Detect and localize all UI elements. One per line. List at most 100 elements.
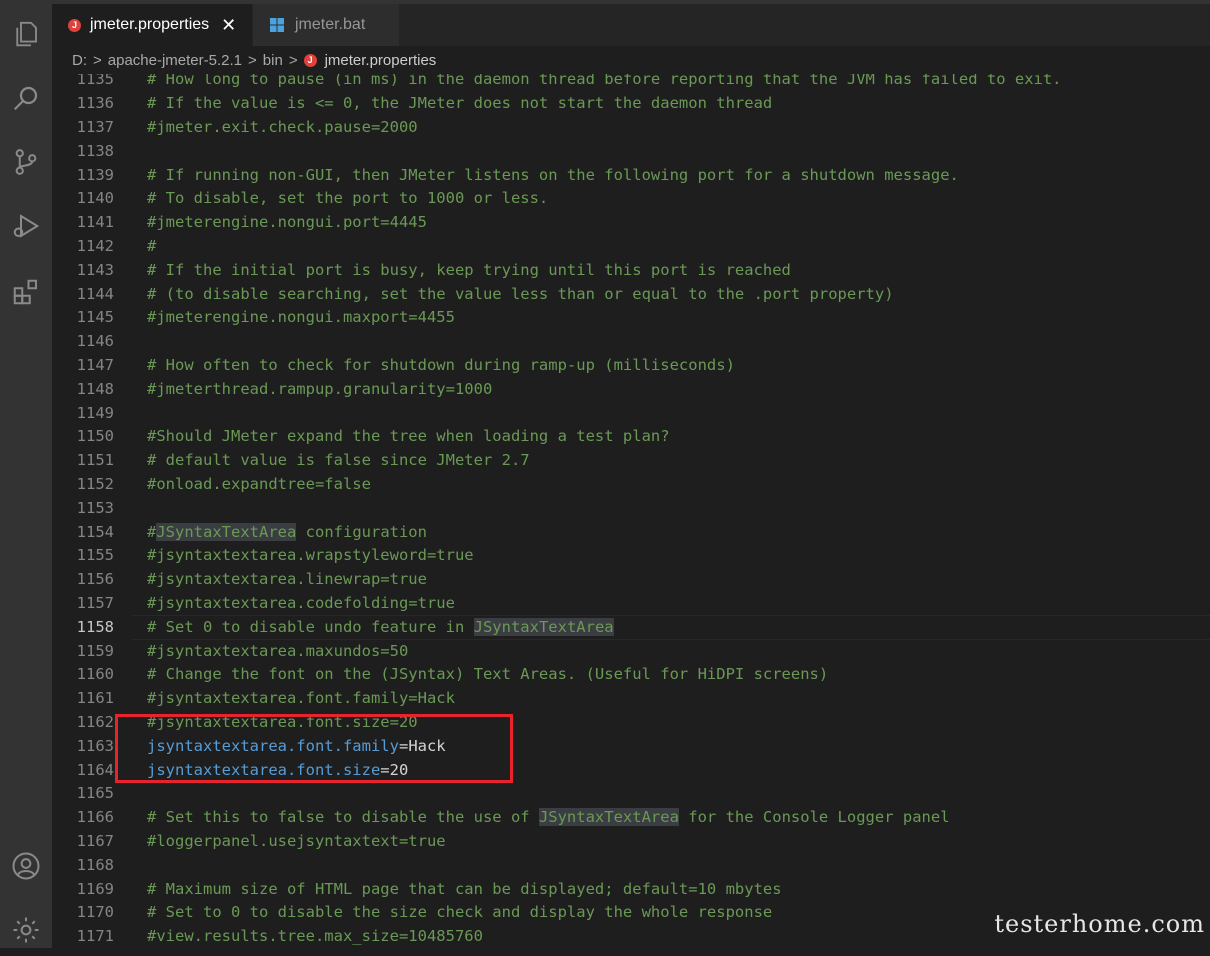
code-text: #onload.expandtree=false bbox=[147, 474, 371, 493]
code-line[interactable]: 1161 #jsyntaxtextarea.font.family=Hack bbox=[52, 686, 1210, 710]
line-number: 1169 bbox=[76, 879, 114, 898]
code-line[interactable]: 1157 #jsyntaxtextarea.codefolding=true bbox=[52, 591, 1210, 615]
line-number: 1143 bbox=[76, 260, 114, 279]
settings-icon[interactable] bbox=[0, 904, 52, 956]
code-line[interactable]: 1145 #jmeterengine.nongui.maxport=4455 bbox=[52, 306, 1210, 330]
code-text: # Change the font on the (JSyntax) Text … bbox=[147, 665, 829, 684]
code-line[interactable]: 1166 # Set this to false to disable the u… bbox=[52, 805, 1210, 829]
code-line[interactable]: 1152 #onload.expandtree=false bbox=[52, 472, 1210, 496]
tab-label: jmeter.bat bbox=[295, 16, 366, 33]
code-line[interactable]: 1140 # To disable, set the port to 1000 o… bbox=[52, 187, 1210, 211]
line-number: 1170 bbox=[76, 903, 114, 922]
code-line[interactable]: 1146 bbox=[52, 329, 1210, 353]
code-text: #jmeterengine.nongui.port=4445 bbox=[147, 213, 427, 232]
line-number: 1139 bbox=[76, 165, 114, 184]
code-line[interactable]: 1167 #loggerpanel.usejsyntaxtext=true bbox=[52, 829, 1210, 853]
code-line[interactable]: 1138 bbox=[52, 139, 1210, 163]
code-text: # Set 0 to disable undo feature in JSynt… bbox=[147, 617, 614, 636]
code-line[interactable]: 1159 #jsyntaxtextarea.maxundos=50 bbox=[52, 639, 1210, 663]
line-number: 1166 bbox=[76, 808, 114, 827]
debug-icon[interactable] bbox=[0, 200, 52, 252]
line-number: 1154 bbox=[76, 522, 114, 541]
line-number: 1165 bbox=[76, 784, 114, 803]
source-control-icon[interactable] bbox=[0, 136, 52, 188]
files-icon[interactable] bbox=[0, 8, 52, 60]
code-line[interactable]: 1149 bbox=[52, 401, 1210, 425]
code-line[interactable]: 1135 # How long to pause (in ms) in the d… bbox=[52, 74, 1210, 91]
code-text: #jsyntaxtextarea.font.family=Hack bbox=[147, 689, 455, 708]
code-line[interactable]: 1153 bbox=[52, 496, 1210, 520]
jmeter-file-icon: J bbox=[68, 18, 81, 32]
code-line[interactable]: 1148 #jmeterthread.rampup.granularity=100… bbox=[52, 377, 1210, 401]
chevron-right-icon: > bbox=[288, 51, 298, 69]
line-number: 1168 bbox=[76, 855, 114, 874]
line-number: 1144 bbox=[76, 284, 114, 303]
close-icon[interactable]: ✕ bbox=[221, 15, 236, 36]
code-text: #Should JMeter expand the tree when load… bbox=[147, 427, 670, 446]
code-editor[interactable]: 1135 # How long to pause (in ms) in the d… bbox=[52, 74, 1210, 948]
code-text: #jsyntaxtextarea.wrapstyleword=true bbox=[147, 546, 474, 565]
tab-jmeter-bat[interactable]: jmeter.bat bbox=[253, 4, 399, 46]
line-number: 1163 bbox=[76, 736, 114, 755]
breadcrumb-drive[interactable]: D: bbox=[72, 52, 87, 69]
tab-jmeter-properties[interactable]: J jmeter.properties ✕ bbox=[52, 4, 252, 46]
line-number: 1150 bbox=[76, 427, 114, 446]
windows-file-icon bbox=[269, 17, 285, 33]
highlight-box bbox=[115, 714, 513, 783]
code-line[interactable]: 1155 #jsyntaxtextarea.wrapstyleword=true bbox=[52, 544, 1210, 568]
code-line[interactable]: 1151 # default value is false since JMete… bbox=[52, 448, 1210, 472]
line-number: 1142 bbox=[76, 236, 114, 255]
extensions-icon[interactable] bbox=[0, 266, 52, 318]
code-line[interactable]: 1141 #jmeterengine.nongui.port=4445 bbox=[52, 210, 1210, 234]
code-text: #jmeter.exit.check.pause=2000 bbox=[147, 117, 418, 136]
line-number: 1149 bbox=[76, 403, 114, 422]
code-line[interactable]: 1137 #jmeter.exit.check.pause=2000 bbox=[52, 115, 1210, 139]
line-number: 1159 bbox=[76, 641, 114, 660]
word-highlight: JSyntaxTextArea bbox=[538, 808, 679, 827]
code-text: # Maximum size of HTML page that can be … bbox=[147, 879, 782, 898]
code-line[interactable]: 1142 # bbox=[52, 234, 1210, 258]
code-text: #jsyntaxtextarea.codefolding=true bbox=[147, 593, 455, 612]
line-number: 1141 bbox=[76, 213, 114, 232]
code-line[interactable]: 1158 # Set 0 to disable undo feature in J… bbox=[52, 614, 1210, 640]
code-text: #loggerpanel.usejsyntaxtext=true bbox=[147, 831, 446, 850]
jmeter-file-icon: J bbox=[303, 53, 317, 67]
line-number: 1164 bbox=[76, 760, 114, 779]
line-number: 1157 bbox=[76, 593, 114, 612]
code-text: # How long to pause (in ms) in the daemo… bbox=[147, 74, 1062, 89]
code-line[interactable]: 1156 #jsyntaxtextarea.linewrap=true bbox=[52, 567, 1210, 591]
code-text: # How often to check for shutdown during… bbox=[147, 355, 735, 374]
code-line[interactable]: 1169 # Maximum size of HTML page that can… bbox=[52, 877, 1210, 901]
line-number: 1162 bbox=[76, 712, 114, 731]
line-number: 1156 bbox=[76, 570, 114, 589]
breadcrumb-folder[interactable]: apache-jmeter-5.2.1 bbox=[108, 52, 242, 69]
watermark: testerhome.com bbox=[994, 910, 1205, 938]
search-icon[interactable] bbox=[0, 72, 52, 124]
code-line[interactable]: 1160 # Change the font on the (JSyntax) T… bbox=[52, 663, 1210, 687]
line-number: 1137 bbox=[76, 117, 114, 136]
code-line[interactable]: 1154 #JSyntaxTextArea configuration bbox=[52, 520, 1210, 544]
breadcrumb-subfolder[interactable]: bin bbox=[263, 52, 283, 69]
line-number: 1151 bbox=[76, 451, 114, 470]
activity-bar bbox=[0, 0, 52, 948]
code-line[interactable]: 1136 # If the value is <= 0, the JMeter d… bbox=[52, 91, 1210, 115]
code-line[interactable]: 1143 # If the initial port is busy, keep … bbox=[52, 258, 1210, 282]
account-icon[interactable] bbox=[0, 840, 52, 892]
line-number: 1145 bbox=[76, 308, 114, 327]
breadcrumb-file[interactable]: jmeter.properties bbox=[325, 52, 437, 69]
line-number: 1146 bbox=[76, 332, 114, 351]
code-line[interactable]: 1147 # How often to check for shutdown du… bbox=[52, 353, 1210, 377]
code-text: #jmeterthread.rampup.granularity=1000 bbox=[147, 379, 493, 398]
line-number: 1152 bbox=[76, 474, 114, 493]
editor-tabs: J jmeter.properties ✕ jmeter.bat bbox=[52, 4, 1210, 46]
code-line[interactable]: 1168 bbox=[52, 853, 1210, 877]
code-line[interactable]: 1150 #Should JMeter expand the tree when … bbox=[52, 425, 1210, 449]
line-number: 1155 bbox=[76, 546, 114, 565]
code-line[interactable]: 1139 # If running non-GUI, then JMeter li… bbox=[52, 163, 1210, 187]
code-text: #jsyntaxtextarea.maxundos=50 bbox=[147, 641, 409, 660]
code-text: #view.results.tree.max_size=10485760 bbox=[147, 927, 483, 946]
code-line[interactable]: 1165 bbox=[52, 782, 1210, 806]
line-number: 1153 bbox=[76, 498, 114, 517]
line-number: 1147 bbox=[76, 355, 114, 374]
code-line[interactable]: 1144 # (to disable searching, set the val… bbox=[52, 282, 1210, 306]
